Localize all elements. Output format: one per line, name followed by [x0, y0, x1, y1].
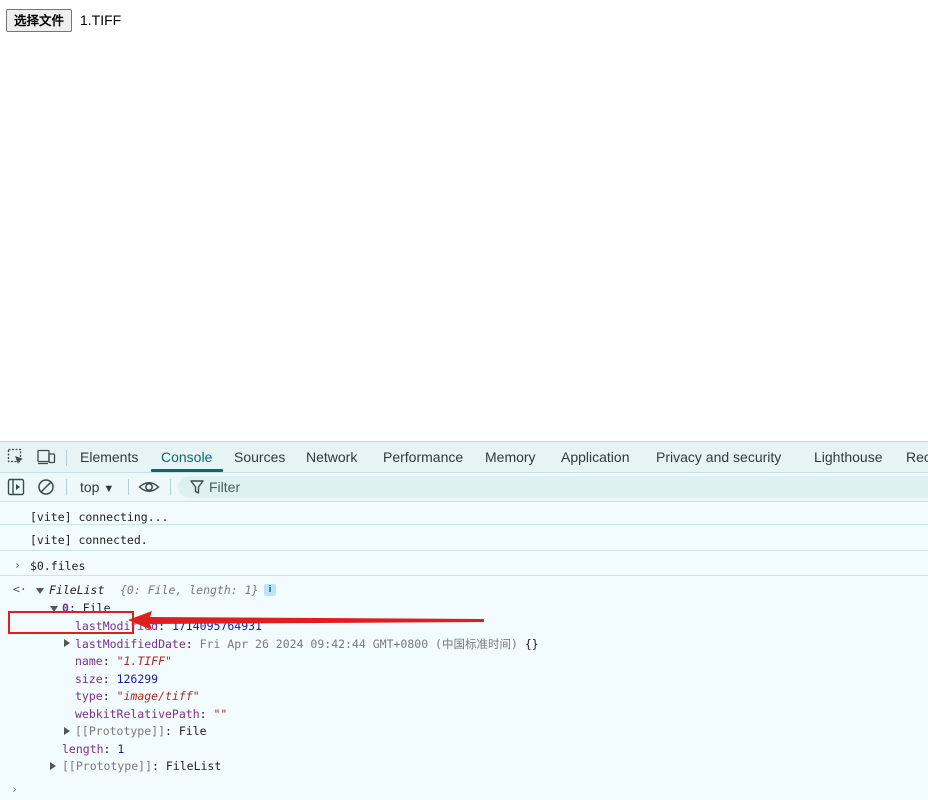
inspect-element-icon[interactable] [6, 447, 26, 467]
console-output: [vite] connecting... [vite] connected. ›… [0, 502, 928, 800]
tab-lighthouse[interactable]: Lighthouse [814, 449, 883, 465]
active-tab-indicator [151, 469, 223, 472]
annotation-arrow [128, 611, 484, 630]
filter-input[interactable] [178, 476, 928, 498]
filter-placeholder: Filter [209, 479, 241, 495]
choose-file-button[interactable]: 选择文件 [6, 9, 73, 32]
tab-elements[interactable]: Elements [80, 449, 138, 465]
tab-console[interactable]: Console [161, 449, 212, 465]
devtools-panel: Elements Console Sources Network Perform… [0, 441, 928, 800]
live-expression-eye-icon[interactable] [138, 477, 160, 497]
clear-console-icon[interactable] [36, 477, 56, 497]
chevron-down-icon: ▼ [103, 483, 115, 495]
show-sidebar-icon[interactable] [6, 477, 26, 497]
page-content: 选择文件 1.TIFF [0, 0, 928, 441]
context-label: top [80, 479, 100, 495]
context-selector[interactable]: top ▼ [80, 479, 114, 495]
devtools-tabbar: Elements Console Sources Network Perform… [0, 442, 928, 473]
console-toolbar: top ▼ Filter [0, 473, 928, 502]
tab-sources[interactable]: Sources [234, 449, 285, 465]
device-toolbar-icon[interactable] [36, 447, 56, 467]
tab-recorder[interactable]: Rec [906, 449, 928, 465]
tab-memory[interactable]: Memory [485, 449, 536, 465]
tab-application[interactable]: Application [561, 449, 630, 465]
tab-privacy-security[interactable]: Privacy and security [656, 449, 781, 465]
filter-icon [190, 479, 204, 495]
tab-network[interactable]: Network [306, 449, 357, 465]
selected-file-name: 1.TIFF [80, 12, 122, 28]
tab-performance[interactable]: Performance [383, 449, 463, 465]
